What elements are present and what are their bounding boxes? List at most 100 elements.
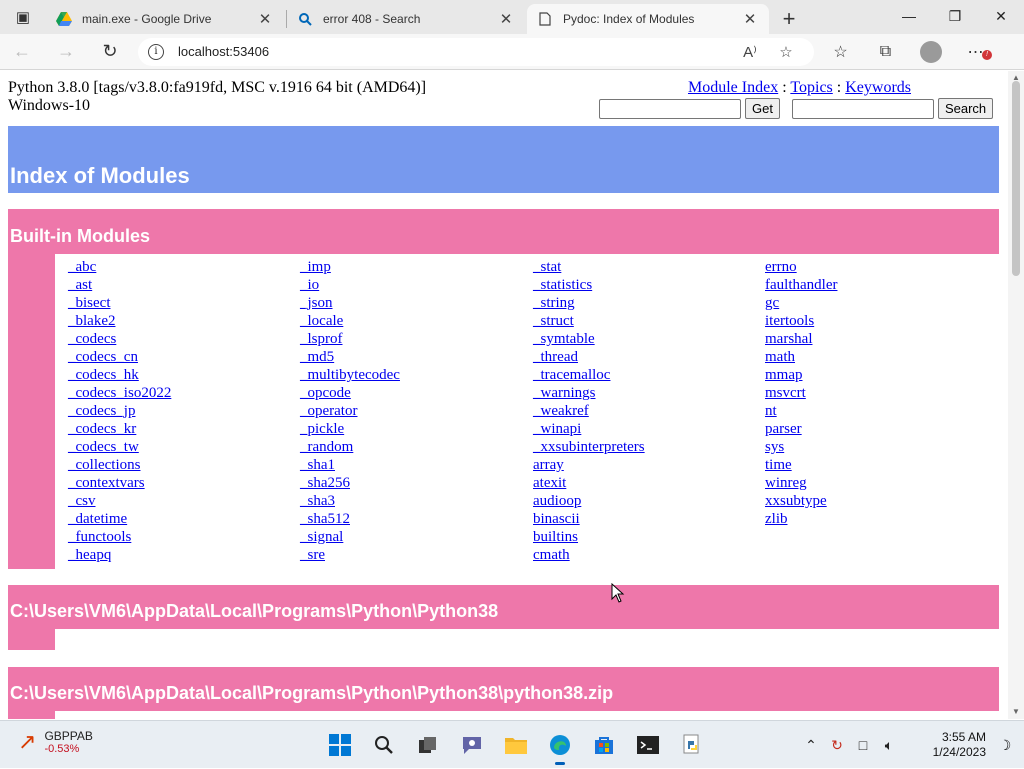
module-link[interactable]: _contextvars — [68, 474, 171, 492]
module-link[interactable]: _collections — [68, 456, 171, 474]
windows-start-icon[interactable] — [318, 727, 362, 763]
module-link[interactable]: _string — [533, 294, 645, 312]
module-link[interactable]: _codecs — [68, 330, 171, 348]
read-aloud-icon[interactable]: A⁾ — [732, 43, 768, 61]
module-link[interactable]: cmath — [533, 546, 645, 564]
module-link[interactable]: _lsprof — [300, 330, 400, 348]
module-link[interactable]: time — [765, 456, 837, 474]
module-link[interactable]: _stat — [533, 258, 645, 276]
get-input[interactable] — [599, 98, 741, 119]
module-link[interactable]: math — [765, 348, 837, 366]
back-icon[interactable]: ← — [0, 34, 44, 70]
module-link[interactable]: _winapi — [533, 420, 645, 438]
module-link[interactable]: _struct — [533, 312, 645, 330]
stock-widget[interactable]: ↗ GBPPAB -0.53% — [18, 729, 93, 755]
show-hidden-icons-icon[interactable]: ⌃ — [798, 737, 824, 754]
collections-icon[interactable]: ⧉ — [863, 43, 908, 61]
module-link[interactable]: _md5 — [300, 348, 400, 366]
module-link[interactable]: builtins — [533, 528, 645, 546]
module-link[interactable]: _warnings — [533, 384, 645, 402]
module-link[interactable]: _sha256 — [300, 474, 400, 492]
module-link[interactable]: _codecs_hk — [68, 366, 171, 384]
close-tab-icon[interactable]: ✕ — [256, 10, 274, 28]
module-link[interactable]: msvcrt — [765, 384, 837, 402]
forward-icon[interactable]: → — [44, 34, 88, 70]
module-link[interactable]: winreg — [765, 474, 837, 492]
module-link[interactable]: _signal — [300, 528, 400, 546]
module-link[interactable]: _csv — [68, 492, 171, 510]
terminal-icon[interactable] — [626, 727, 670, 763]
module-link[interactable]: _locale — [300, 312, 400, 330]
display-icon[interactable]: □ — [850, 737, 876, 753]
notifications-icon[interactable]: ☽ — [986, 737, 1024, 754]
module-link[interactable]: _thread — [533, 348, 645, 366]
module-link[interactable]: zlib — [765, 510, 837, 528]
module-link[interactable]: array — [533, 456, 645, 474]
module-link[interactable]: _codecs_jp — [68, 402, 171, 420]
teams-chat-icon[interactable] — [450, 727, 494, 763]
module-link[interactable]: _sre — [300, 546, 400, 564]
tab-pydoc[interactable]: Pydoc: Index of Modules ✕ — [527, 4, 769, 34]
scroll-down-icon[interactable]: ▼ — [1008, 705, 1024, 719]
module-link[interactable]: _multibytecodec — [300, 366, 400, 384]
module-link[interactable]: _io — [300, 276, 400, 294]
add-favorite-icon[interactable]: ☆ — [768, 43, 804, 61]
module-link[interactable]: _codecs_kr — [68, 420, 171, 438]
module-link[interactable]: _json — [300, 294, 400, 312]
module-link[interactable]: _weakref — [533, 402, 645, 420]
module-link[interactable]: _sha3 — [300, 492, 400, 510]
tab-error-search[interactable]: error 408 - Search ✕ — [287, 4, 525, 34]
module-link[interactable]: _opcode — [300, 384, 400, 402]
module-link[interactable]: mmap — [765, 366, 837, 384]
sync-icon[interactable]: ↻ — [824, 737, 850, 754]
restore-icon[interactable]: ❐ — [932, 0, 978, 32]
get-button[interactable]: Get — [745, 98, 780, 119]
module-link[interactable]: _abc — [68, 258, 171, 276]
module-link[interactable]: _datetime — [68, 510, 171, 528]
module-link[interactable]: audioop — [533, 492, 645, 510]
module-link[interactable]: _bisect — [68, 294, 171, 312]
module-link[interactable]: gc — [765, 294, 837, 312]
module-link[interactable]: _operator — [300, 402, 400, 420]
store-icon[interactable] — [582, 727, 626, 763]
module-link[interactable]: _codecs_cn — [68, 348, 171, 366]
module-link[interactable]: _tracemalloc — [533, 366, 645, 384]
edge-browser-icon[interactable] — [538, 727, 582, 765]
module-link[interactable]: _codecs_iso2022 — [68, 384, 171, 402]
module-link[interactable]: errno — [765, 258, 837, 276]
profile-avatar[interactable] — [908, 40, 953, 63]
taskbar-search-icon[interactable] — [362, 727, 406, 763]
module-link[interactable]: _codecs_tw — [68, 438, 171, 456]
module-link[interactable]: _pickle — [300, 420, 400, 438]
module-link[interactable]: nt — [765, 402, 837, 420]
module-link[interactable]: _ast — [68, 276, 171, 294]
module-link[interactable]: _blake2 — [68, 312, 171, 330]
file-explorer-icon[interactable] — [494, 727, 538, 763]
close-window-icon[interactable]: ✕ — [978, 0, 1024, 32]
task-view-icon[interactable] — [406, 727, 450, 763]
module-link[interactable]: binascii — [533, 510, 645, 528]
module-link[interactable]: _sha1 — [300, 456, 400, 474]
module-link[interactable]: marshal — [765, 330, 837, 348]
favorites-icon[interactable]: ☆ — [818, 42, 863, 62]
address-bar[interactable]: i localhost:53406 A⁾ ☆ — [138, 37, 814, 66]
minimize-icon[interactable]: — — [886, 0, 932, 32]
search-button[interactable]: Search — [937, 98, 994, 119]
settings-more-icon[interactable]: ⋯! — [953, 42, 998, 62]
topics-link[interactable]: Topics — [790, 79, 832, 96]
module-link[interactable]: itertools — [765, 312, 837, 330]
module-link[interactable]: sys — [765, 438, 837, 456]
module-link[interactable]: atexit — [533, 474, 645, 492]
module-link[interactable]: parser — [765, 420, 837, 438]
python-icon[interactable] — [670, 727, 714, 763]
page-scrollbar[interactable]: ▲ ▼ — [1008, 71, 1024, 719]
module-link[interactable]: _statistics — [533, 276, 645, 294]
module-index-link[interactable]: Module Index — [688, 79, 778, 96]
volume-icon[interactable]: 🔈︎ — [876, 737, 902, 754]
module-link[interactable]: _xxsubinterpreters — [533, 438, 645, 456]
scrollbar-thumb[interactable] — [1012, 81, 1020, 276]
tab-actions-icon[interactable]: ▣ — [0, 0, 46, 34]
info-icon[interactable]: i — [148, 43, 164, 60]
module-link[interactable]: _heapq — [68, 546, 171, 564]
module-link[interactable]: _random — [300, 438, 400, 456]
